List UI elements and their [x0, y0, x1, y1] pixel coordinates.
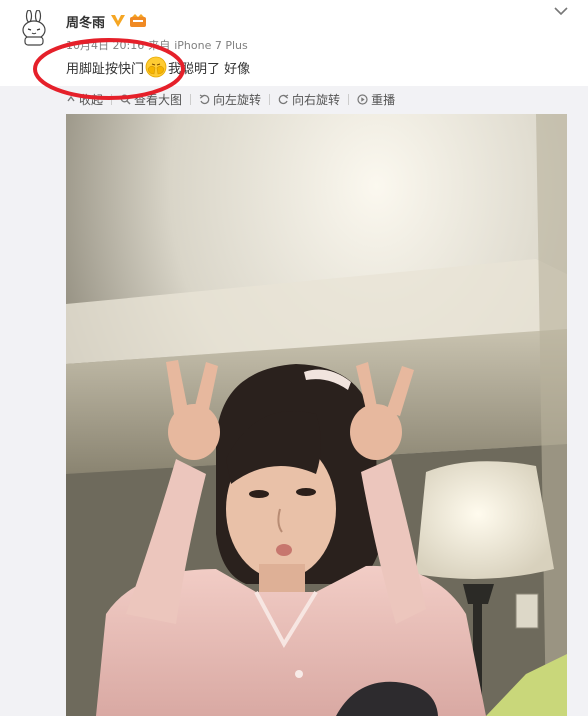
rabbit-avatar-icon	[22, 9, 46, 46]
magnify-icon	[120, 94, 131, 104]
rotate-right-icon	[278, 93, 289, 104]
hiding-face-emoji-icon	[145, 56, 167, 78]
rotate-left-icon	[199, 93, 210, 104]
rotate-left-button[interactable]: 向左旋转	[199, 91, 261, 108]
timestamp-link[interactable]: 10月4日 20:16	[66, 39, 144, 52]
post-text-part-2: 我聪明了 好像	[168, 61, 251, 77]
collapse-arrow-icon	[67, 95, 75, 102]
post-text: 用脚趾按快门 我聪明了 好像	[66, 56, 250, 78]
rotate-right-button[interactable]: 向右旋转	[278, 91, 340, 108]
rotate-left-label: 向左旋转	[213, 92, 262, 107]
collapse-button[interactable]: 收起	[66, 91, 103, 108]
source-prefix: 来自	[148, 39, 171, 52]
post-meta: 10月4日 20:16 来自 iPhone 7 Plus	[66, 37, 252, 53]
replay-button[interactable]: 重播	[357, 91, 395, 108]
post-header: 周冬雨	[66, 11, 147, 31]
avatar[interactable]	[16, 9, 52, 46]
toolbar-divider	[190, 93, 192, 105]
media-toolbar: 收起 查看大图 向左旋转 向右旋转 重播	[66, 90, 395, 108]
rotate-right-label: 向右旋转	[292, 92, 341, 107]
toolbar-divider	[111, 93, 113, 105]
selfie-photo-illustration	[66, 114, 567, 716]
chevron-down-icon[interactable]	[554, 6, 568, 16]
post-photo[interactable]	[66, 114, 567, 716]
post-text-part-1: 用脚趾按快门	[66, 61, 145, 77]
member-badge-icon[interactable]	[129, 14, 147, 28]
toolbar-divider	[269, 93, 271, 105]
replay-label: 重播	[371, 92, 396, 107]
verified-v-icon[interactable]	[110, 14, 126, 28]
collapse-label: 收起	[79, 92, 104, 107]
username-link[interactable]: 周冬雨	[66, 12, 105, 31]
view-large-label: 查看大图	[134, 92, 183, 107]
replay-icon	[357, 93, 368, 105]
view-large-button[interactable]: 查看大图	[120, 91, 182, 108]
weibo-post-card: 周冬雨 10月4日 20:16 来自 iPhone 7 Plus 用脚趾按快门 我聪…	[0, 0, 588, 716]
device-source-link[interactable]: iPhone 7 Plus	[174, 39, 248, 52]
toolbar-divider	[348, 93, 350, 105]
